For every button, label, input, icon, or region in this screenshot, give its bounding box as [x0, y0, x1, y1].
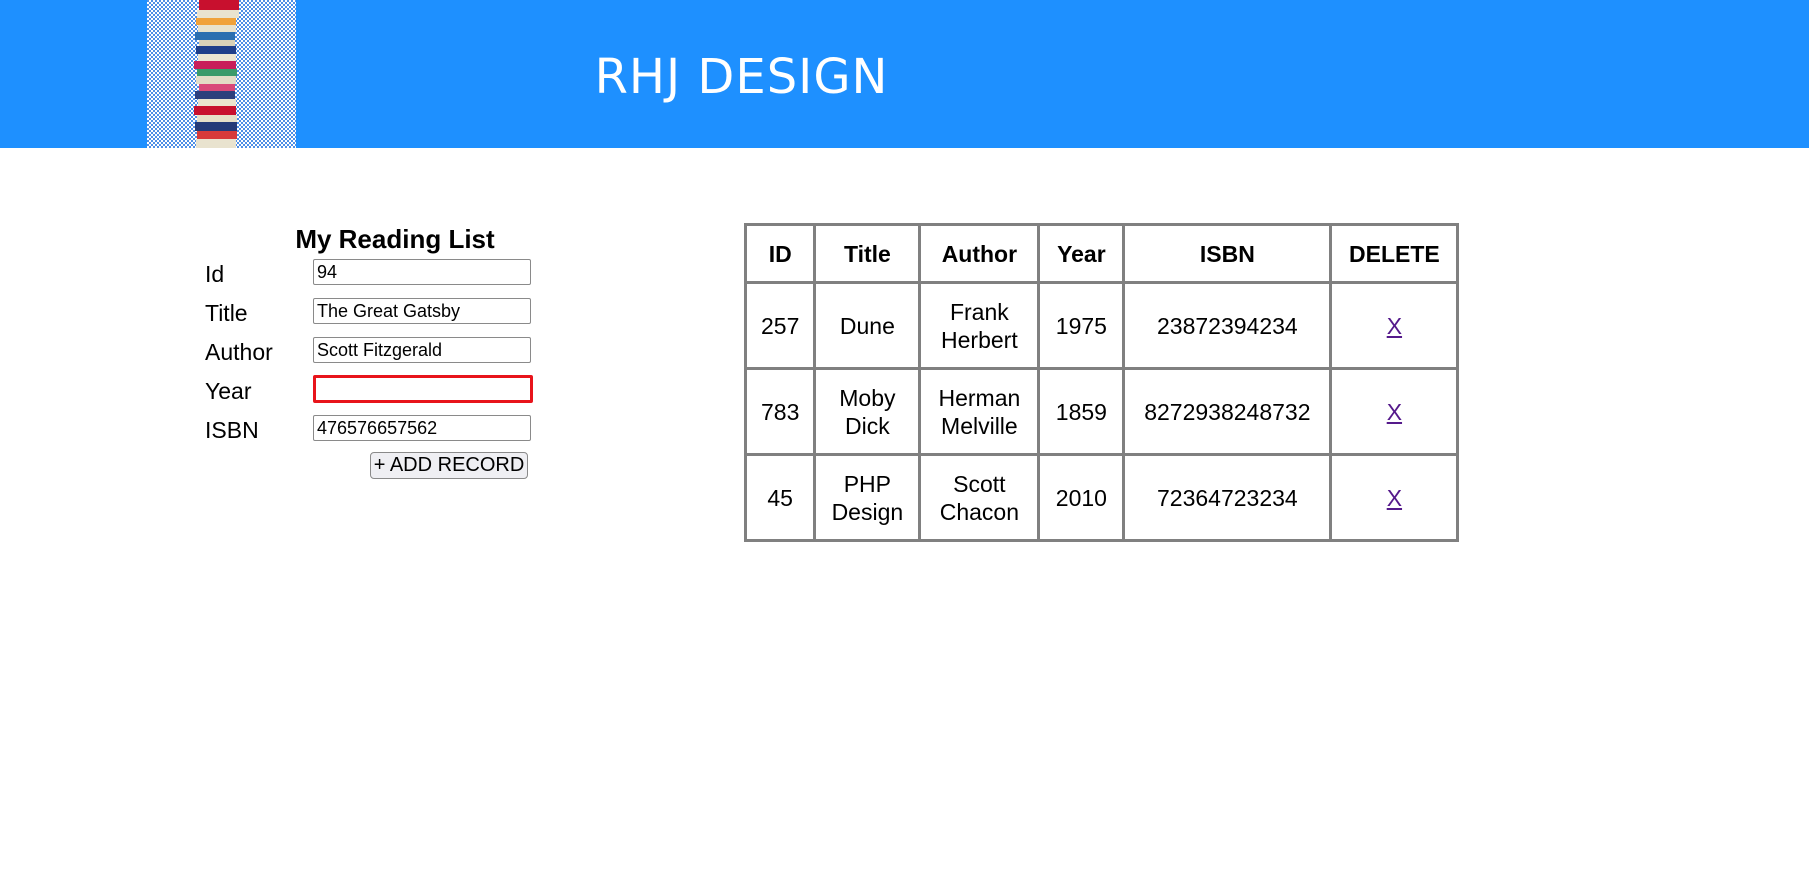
column-header-isbn: ISBN — [1122, 223, 1333, 284]
cell-author: Frank Herbert — [918, 281, 1041, 370]
form-row-year: Year — [205, 375, 535, 414]
delete-link[interactable]: X — [1387, 399, 1402, 425]
table-row: 45 PHP Design Scott Chacon 2010 72364723… — [743, 453, 1460, 542]
cell-delete: X — [1329, 367, 1460, 456]
add-record-button[interactable]: + ADD RECORD — [370, 452, 528, 479]
cell-year: 1859 — [1037, 367, 1126, 456]
cell-year: 2010 — [1037, 453, 1126, 542]
reading-list-form: My Reading List Id Title Author Year ISB… — [205, 222, 535, 479]
cell-title: Moby Dick — [813, 367, 922, 456]
column-header-title: Title — [813, 223, 922, 284]
cell-title: PHP Design — [813, 453, 922, 542]
site-title: RHJ DESIGN — [594, 49, 889, 105]
books-table: ID Title Author Year ISBN DELETE 257 Dun… — [743, 223, 1460, 542]
id-label: Id — [205, 261, 225, 287]
cell-delete: X — [1329, 453, 1460, 542]
title-input[interactable] — [313, 298, 531, 324]
column-header-year: Year — [1037, 223, 1126, 284]
cell-author: Herman Melville — [918, 367, 1041, 456]
cell-author: Scott Chacon — [918, 453, 1041, 542]
cell-title: Dune — [813, 281, 922, 370]
year-input[interactable] — [313, 375, 533, 403]
form-row-author: Author — [205, 336, 535, 375]
cell-delete: X — [1329, 281, 1460, 370]
delete-link[interactable]: X — [1387, 313, 1402, 339]
id-input[interactable] — [313, 259, 531, 285]
isbn-input[interactable] — [313, 415, 531, 441]
cell-isbn: 8272938248732 — [1122, 367, 1333, 456]
cell-isbn: 72364723234 — [1122, 453, 1333, 542]
table-row: 257 Dune Frank Herbert 1975 23872394234 … — [743, 281, 1460, 370]
author-input[interactable] — [313, 337, 531, 363]
form-row-isbn: ISBN — [205, 414, 535, 453]
form-row-id: Id — [205, 258, 535, 297]
delete-link[interactable]: X — [1387, 485, 1402, 511]
column-header-delete: DELETE — [1329, 223, 1460, 284]
table-row: 783 Moby Dick Herman Melville 1859 82729… — [743, 367, 1460, 456]
cell-year: 1975 — [1037, 281, 1126, 370]
cell-id: 783 — [743, 367, 817, 456]
cell-id: 45 — [743, 453, 817, 542]
column-header-id: ID — [743, 223, 817, 284]
isbn-label: ISBN — [205, 417, 259, 443]
form-row-title: Title — [205, 297, 535, 336]
cell-id: 257 — [743, 281, 817, 370]
cell-isbn: 23872394234 — [1122, 281, 1333, 370]
column-header-author: Author — [918, 223, 1041, 284]
year-label: Year — [205, 378, 252, 404]
title-label: Title — [205, 300, 248, 326]
table-header-row: ID Title Author Year ISBN DELETE — [743, 223, 1460, 284]
author-label: Author — [205, 339, 273, 365]
form-heading: My Reading List — [295, 224, 495, 254]
site-header: RHJ DESIGN — [0, 0, 1809, 148]
